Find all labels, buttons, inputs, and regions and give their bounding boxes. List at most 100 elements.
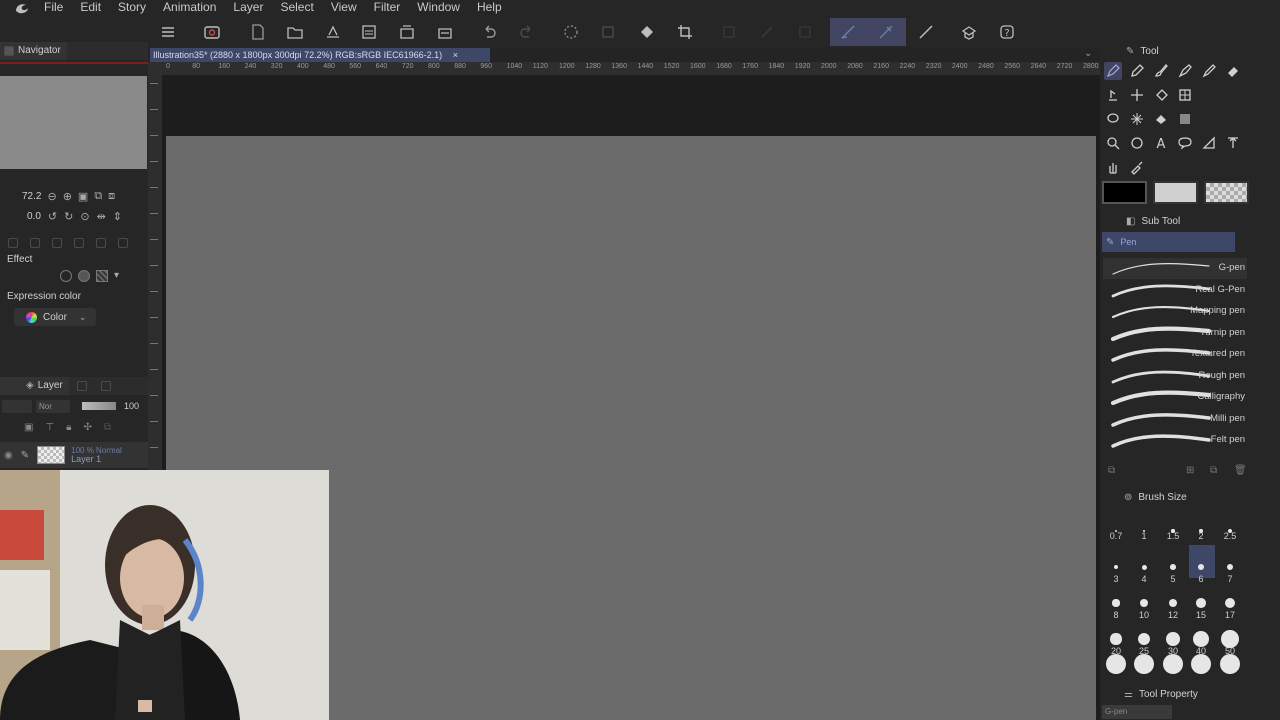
brush-size-dot[interactable] <box>1163 654 1183 674</box>
brush-size-dot[interactable] <box>1112 599 1120 607</box>
layer-tab-extra-1[interactable] <box>76 381 87 391</box>
ruler-tool-icon[interactable] <box>1200 134 1218 152</box>
reference-icon[interactable]: ⊤ <box>45 422 54 433</box>
snap-ruler-icon[interactable] <box>839 23 857 41</box>
sub-tool-copy-icon[interactable]: ⧉ <box>1210 465 1217 476</box>
redo-icon[interactable] <box>518 23 536 41</box>
property-tab-icon-1[interactable] <box>8 238 18 248</box>
auto-select-tool-icon[interactable] <box>1128 110 1146 128</box>
brush-size-label[interactable]: 8 <box>1105 610 1127 620</box>
edit-pen-icon[interactable]: ✎ <box>21 450 29 461</box>
brush-size-label[interactable]: 5 <box>1162 574 1184 584</box>
loading-icon[interactable] <box>562 23 580 41</box>
flip-horizontal-icon[interactable]: ⇹ <box>97 210 106 223</box>
hat-icon[interactable] <box>960 23 978 41</box>
zoom-tool-icon[interactable] <box>1104 134 1122 152</box>
app-logo-icon[interactable] <box>0 0 44 15</box>
eraser-tool-icon[interactable] <box>1224 62 1242 80</box>
save-icon[interactable] <box>324 23 342 41</box>
brush-tool-icon[interactable] <box>1152 62 1170 80</box>
effect-tone-icon[interactable] <box>78 270 90 282</box>
sub-tool-group-tab[interactable]: ✎ Pen <box>1102 232 1235 252</box>
brush-item[interactable]: Real G-Pen <box>1103 280 1247 301</box>
brush-size-label[interactable]: 10 <box>1133 610 1155 620</box>
brush-size-label[interactable]: 6 <box>1190 574 1212 584</box>
fit-screen-icon[interactable]: ⧉ <box>94 190 102 203</box>
brush-size-dot[interactable] <box>1191 654 1211 674</box>
brush-size-label[interactable]: 17 <box>1219 610 1241 620</box>
menu-layer[interactable]: Layer <box>233 0 263 15</box>
eyedropper-tool-icon[interactable] <box>1128 158 1146 176</box>
document-close-icon[interactable]: × <box>453 50 458 60</box>
zoom-in-icon[interactable]: ⊕ <box>63 190 72 203</box>
effect-border-icon[interactable] <box>60 270 72 282</box>
brush-size-label[interactable]: 4 <box>1133 574 1155 584</box>
zoom-value[interactable]: 72.2 <box>22 191 41 202</box>
property-tab-icon-4[interactable] <box>74 238 84 248</box>
lasso-tool-icon[interactable] <box>1104 110 1122 128</box>
menu-select[interactable]: Select <box>280 0 313 15</box>
frame-tool-icon[interactable] <box>1176 86 1194 104</box>
blend-mode-dropdown[interactable]: Nor <box>36 399 70 413</box>
menu-file[interactable]: File <box>44 0 63 15</box>
layer-tab-extra-2[interactable] <box>100 381 111 391</box>
pencil-tool-icon[interactable] <box>1128 62 1146 80</box>
decoration-tool-icon[interactable] <box>1200 62 1218 80</box>
fit-navigator-icon[interactable]: ⧈ <box>108 190 115 203</box>
balloon-tool-icon[interactable] <box>1176 134 1194 152</box>
brush-item[interactable]: Milli pen <box>1103 409 1247 430</box>
menu-filter[interactable]: Filter <box>374 0 401 15</box>
snap-special-ruler-icon[interactable] <box>877 23 895 41</box>
blend-tool-icon[interactable] <box>1104 86 1122 104</box>
brush-item[interactable]: Rough pen <box>1103 366 1247 387</box>
brush-size-dot[interactable] <box>1140 599 1148 607</box>
brush-size-label[interactable]: 1 <box>1133 531 1155 541</box>
text-tool-icon[interactable]: A <box>1152 134 1170 152</box>
brush-size-dot[interactable] <box>1193 631 1209 647</box>
rotate-left-icon[interactable]: ↺ <box>48 210 57 223</box>
property-tab-icon-5[interactable] <box>96 238 106 248</box>
clip-icon[interactable]: ▣ <box>24 422 33 433</box>
rotation-value[interactable]: 0.0 <box>27 211 41 222</box>
undo-icon[interactable] <box>480 23 498 41</box>
reset-rotation-icon[interactable]: ⊙ <box>80 210 89 223</box>
brush-size-dot[interactable] <box>1137 632 1151 646</box>
new-file-icon[interactable] <box>249 23 267 41</box>
brush-size-label[interactable]: 1.5 <box>1162 531 1184 541</box>
layer-color-icon[interactable]: ⧉ <box>104 422 111 433</box>
brush-size-dot[interactable] <box>1134 654 1154 674</box>
layer-lock-dropdown[interactable] <box>2 399 32 413</box>
lock-icon[interactable]: 🔒︎ <box>66 422 71 433</box>
visibility-eye-icon[interactable]: ◉ <box>4 450 13 461</box>
document-tab[interactable]: Illustration35* (2880 x 1800px 300dpi 72… <box>150 48 490 62</box>
crop-icon[interactable] <box>676 23 694 41</box>
hamburger-menu-icon[interactable] <box>159 23 177 41</box>
instructions-icon[interactable]: ? <box>998 23 1016 41</box>
effect-pattern-icon[interactable] <box>96 270 108 282</box>
sub-tool-add-icon[interactable]: ⊞ <box>1186 465 1194 476</box>
brush-size-dot[interactable] <box>1224 597 1236 609</box>
brush-item[interactable]: Felt pen <box>1103 430 1247 451</box>
menu-view[interactable]: View <box>331 0 357 15</box>
brush-size-dot[interactable] <box>1226 563 1234 571</box>
sub-color-swatch[interactable] <box>1153 181 1198 204</box>
navigator-preview[interactable] <box>0 76 147 169</box>
open-folder-icon[interactable] <box>286 23 304 41</box>
brush-size-dot[interactable] <box>1196 598 1206 608</box>
brush-size-dot[interactable] <box>1168 598 1178 608</box>
opacity-value[interactable]: 100 <box>124 401 139 411</box>
brush-size-label[interactable]: 3 <box>1105 574 1127 584</box>
companion-icon[interactable] <box>203 23 221 41</box>
menu-help[interactable]: Help <box>477 0 502 15</box>
brush-size-dot[interactable] <box>1141 564 1147 570</box>
fill-bucket-tool-icon[interactable] <box>1152 86 1170 104</box>
brush-size-label[interactable]: 0.7 <box>1105 531 1127 541</box>
upload-icon[interactable] <box>436 23 454 41</box>
layer-name[interactable]: Layer 1 <box>71 455 122 464</box>
operation-tool-icon[interactable] <box>1224 134 1242 152</box>
figure-tool-icon[interactable] <box>1128 134 1146 152</box>
fill-icon[interactable] <box>638 23 656 41</box>
effect-more-icon[interactable]: ▾ <box>114 270 119 282</box>
brush-size-label[interactable]: 7 <box>1219 574 1241 584</box>
property-tab-icon-6[interactable] <box>118 238 128 248</box>
